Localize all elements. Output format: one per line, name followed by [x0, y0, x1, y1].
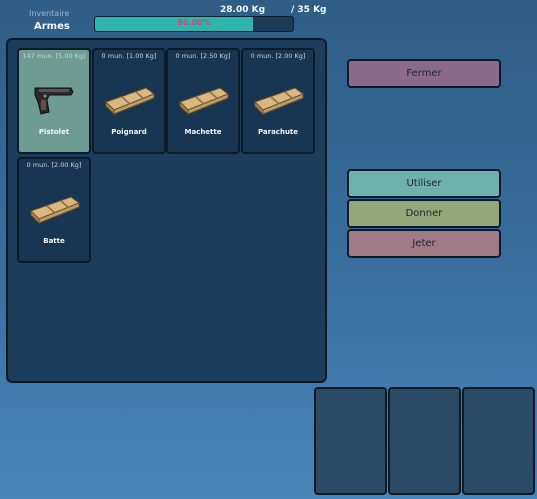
weight-progress-bar: 80.00% — [94, 16, 294, 32]
item-name: Batte — [43, 237, 65, 245]
item-name: Poignard — [111, 128, 147, 136]
item-name: Machette — [184, 128, 222, 136]
weapon-crate-icon — [176, 78, 230, 120]
category-title: Armes — [34, 21, 70, 32]
item-ammo: 0 mun. [2.00 Kg] — [250, 52, 306, 60]
weight-percent: 80.00% — [177, 18, 211, 27]
item-slot[interactable]: 0 mun. [2.00 Kg] Batte — [17, 157, 91, 263]
weapon-crate-icon — [27, 187, 81, 229]
max-weight: / 35 Kg — [291, 5, 327, 15]
weapon-crate-icon — [251, 78, 305, 120]
give-button[interactable]: Donner — [347, 199, 501, 228]
item-ammo: 0 mun. [1.00 Kg] — [101, 52, 157, 60]
item-ammo: 0 mun. [2.00 Kg] — [26, 161, 82, 169]
close-button[interactable]: Fermer — [347, 59, 501, 88]
quick-slot-1[interactable] — [314, 387, 387, 495]
item-ammo: 147 mun. [5.00 Kg] — [22, 52, 86, 60]
inventory-panel: 147 mun. [5.00 Kg] Pistolet 0 mun. [1.00… — [6, 38, 327, 383]
inventory-label: Inventaire — [29, 9, 70, 18]
item-slot[interactable]: 147 mun. [5.00 Kg] Pistolet — [17, 48, 91, 154]
item-ammo: 0 mun. [2.50 Kg] — [175, 52, 231, 60]
item-slot[interactable]: 0 mun. [2.00 Kg] Parachute — [241, 48, 315, 154]
quick-slot-2[interactable] — [388, 387, 461, 495]
quick-slot-3[interactable] — [462, 387, 535, 495]
item-slot[interactable]: 0 mun. [1.00 Kg] Poignard — [92, 48, 166, 154]
item-name: Pistolet — [38, 128, 70, 136]
use-button[interactable]: Utiliser — [347, 169, 501, 198]
item-name: Parachute — [257, 128, 299, 136]
drop-button[interactable]: Jeter — [347, 229, 501, 258]
weapon-crate-icon — [102, 78, 156, 120]
pistol-icon — [27, 78, 81, 120]
current-weight: 28.00 Kg — [220, 5, 266, 15]
item-slot[interactable]: 0 mun. [2.50 Kg] Machette — [166, 48, 240, 154]
